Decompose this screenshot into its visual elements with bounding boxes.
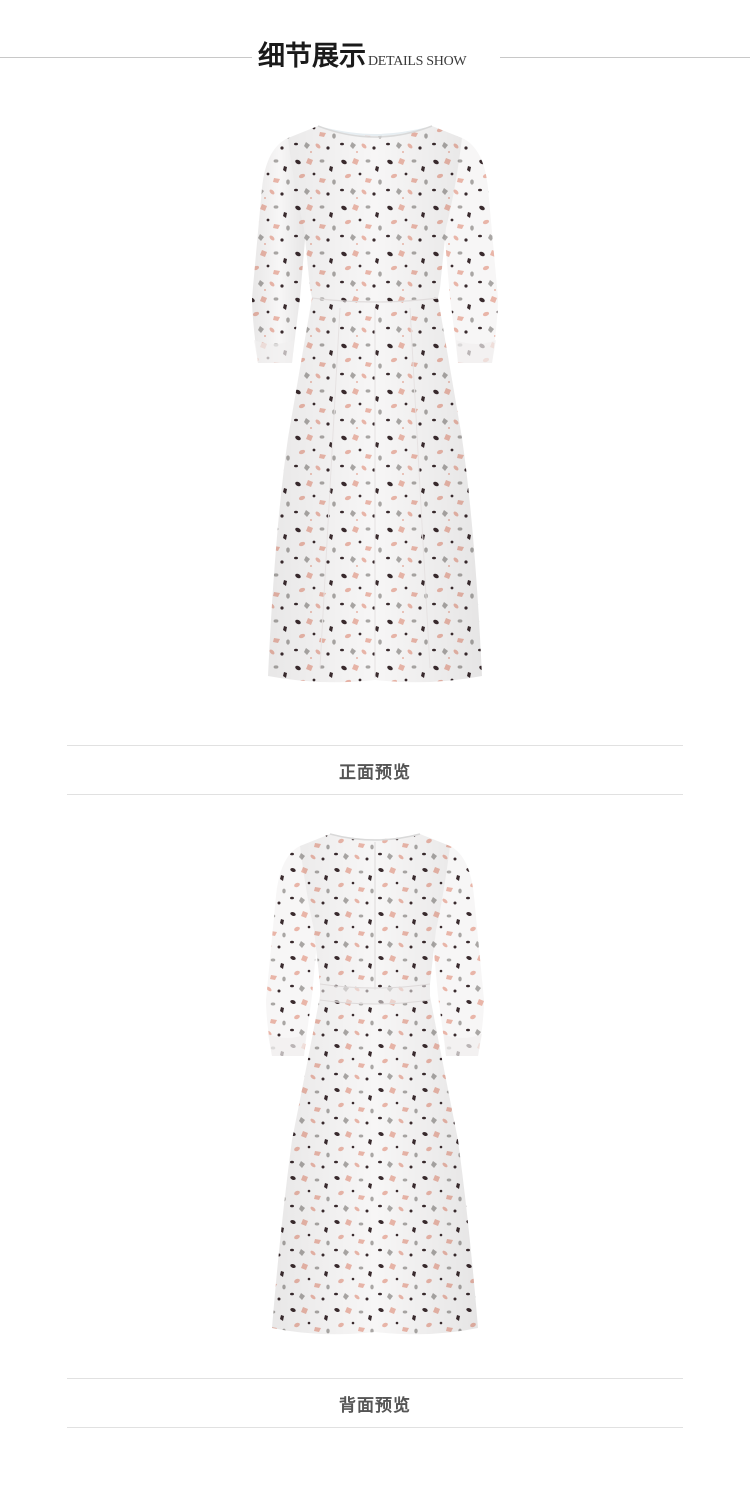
title-english: DETAILS SHOW [368,54,467,69]
front-view-caption: 正面预览 [339,762,411,783]
dress-front-image [252,125,498,683]
header-divider-right [500,57,750,58]
header-title: 细节展示 DETAILS SHOW [258,36,467,72]
title-chinese: 细节展示 [258,41,366,72]
back-view-caption: 背面预览 [339,1395,411,1416]
front-caption-band: 正面预览 [67,745,683,795]
dress-back-image [266,833,484,1335]
back-caption-band: 背面预览 [67,1378,683,1428]
details-header: 细节展示 DETAILS SHOW [0,0,750,100]
header-divider-left [0,57,252,58]
